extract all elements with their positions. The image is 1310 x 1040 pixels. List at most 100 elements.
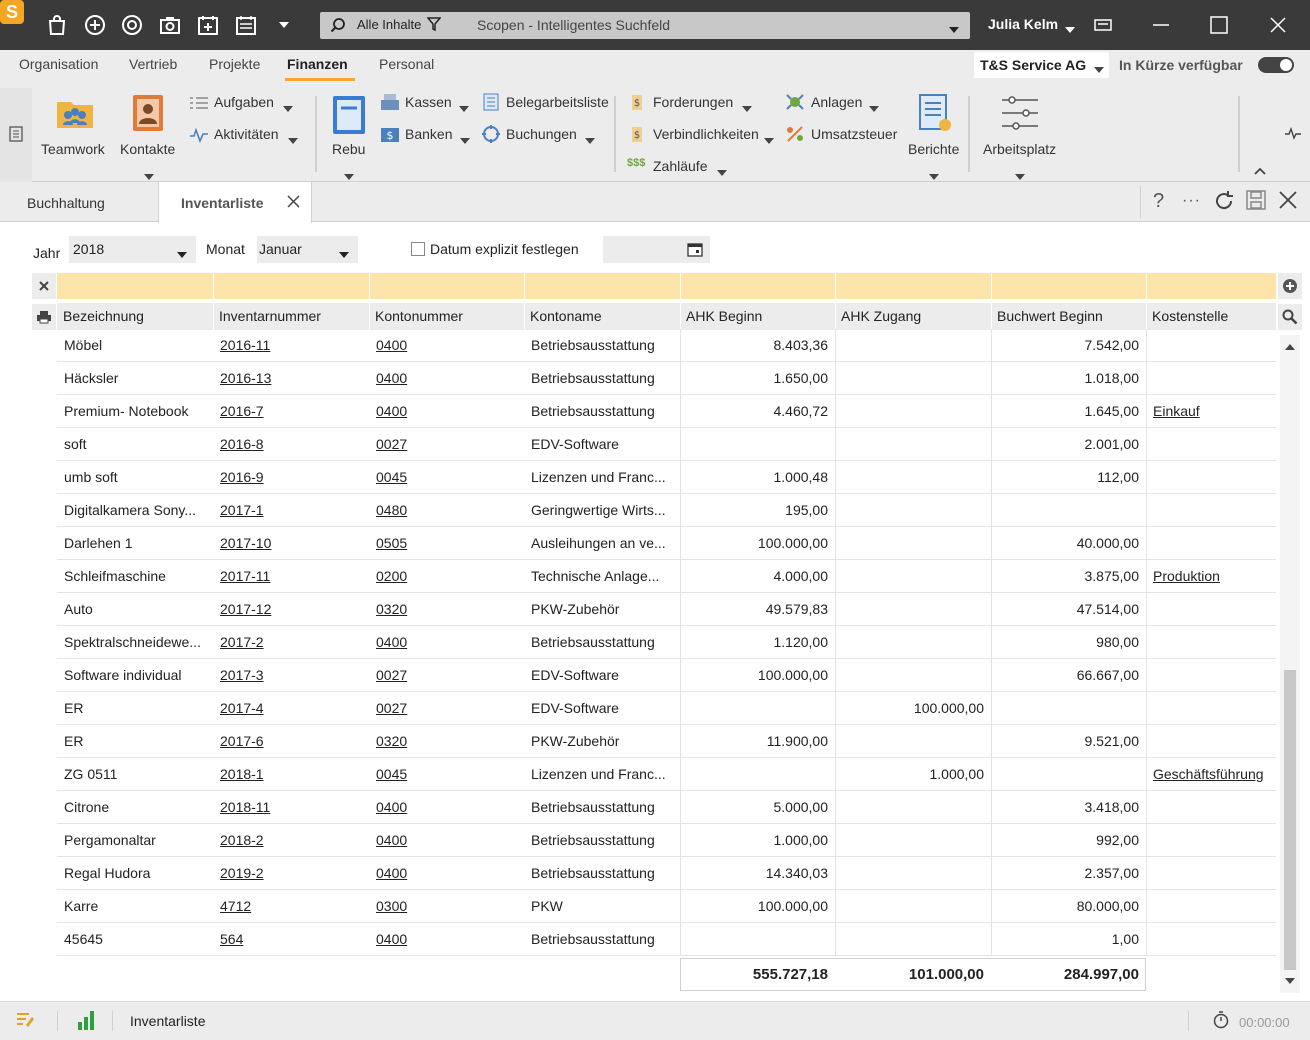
camera-icon[interactable] — [158, 13, 182, 37]
search-dropdown-icon[interactable] — [948, 21, 960, 37]
tasks-icon[interactable] — [189, 95, 209, 114]
cell-inventarnummer[interactable]: 2017-6 — [220, 725, 364, 758]
cell-inventarnummer[interactable]: 2019-2 — [220, 857, 364, 890]
activity-icon[interactable] — [189, 127, 209, 146]
close-tab-icon[interactable] — [287, 195, 300, 211]
zahllaeufe-dropdown-icon[interactable] — [717, 164, 727, 180]
close-window-button[interactable] — [1265, 12, 1291, 38]
menu-personal[interactable]: Personal — [379, 56, 434, 72]
cell-inventarnummer[interactable]: 2016-11 — [220, 329, 364, 362]
cell-inventarnummer[interactable]: 2017-10 — [220, 527, 364, 560]
filter-icon[interactable] — [426, 17, 442, 35]
bookings-icon[interactable] — [481, 125, 501, 146]
date-picker-field[interactable] — [603, 236, 710, 263]
jahr-select[interactable]: 2018 — [69, 236, 196, 263]
cell-kontonummer[interactable]: 0480 — [376, 494, 519, 527]
smart-search-field[interactable]: Alle Inhalte Scopen - Intelligentes Such… — [320, 12, 970, 39]
column-header-0[interactable]: Bezeichnung — [63, 308, 144, 324]
cell-kontonummer[interactable]: 0400 — [376, 329, 519, 362]
ribbon-belegarbeitsliste-label[interactable]: Belegarbeitsliste — [506, 94, 609, 110]
tab-buchhaltung[interactable]: Buchhaltung — [27, 195, 105, 211]
cell-inventarnummer[interactable]: 2017-2 — [220, 626, 364, 659]
pulse-icon[interactable] — [1284, 126, 1302, 143]
shopping-bag-icon[interactable] — [45, 13, 69, 37]
cell-inventarnummer[interactable]: 2016-9 — [220, 461, 364, 494]
cell-kontonummer[interactable]: 0027 — [376, 659, 519, 692]
vertical-scrollbar[interactable] — [1280, 335, 1300, 993]
ribbon-berichte-label[interactable]: Berichte — [908, 141, 959, 157]
menu-organisation[interactable]: Organisation — [19, 56, 98, 72]
cell-kontonummer[interactable]: 0400 — [376, 626, 519, 659]
payment-run-icon[interactable]: $$$ — [627, 157, 645, 169]
close-view-icon[interactable] — [1279, 191, 1297, 212]
teamwork-icon[interactable] — [55, 96, 95, 133]
calendar-picker-icon[interactable] — [687, 242, 703, 260]
ribbon-rebu-label[interactable]: Rebu — [332, 141, 365, 157]
rebu-icon[interactable] — [331, 94, 367, 139]
ribbon-verbindlichkeiten-label[interactable]: Verbindlichkeiten — [653, 126, 759, 142]
stopwatch-icon[interactable] — [1213, 1011, 1229, 1032]
cell-kostenstelle[interactable]: Einkauf — [1153, 395, 1271, 428]
cell-kontonummer[interactable]: 0320 — [376, 725, 519, 758]
column-header-4[interactable]: AHK Beginn — [686, 308, 762, 324]
tab-inventarliste[interactable]: Inventarliste — [158, 182, 312, 223]
ribbon-buchungen-label[interactable]: Buchungen — [506, 126, 577, 142]
user-dropdown-icon[interactable] — [1064, 21, 1076, 37]
ribbon-anlagen-label[interactable]: Anlagen — [811, 94, 862, 110]
cell-kontonummer[interactable]: 0200 — [376, 560, 519, 593]
column-header-3[interactable]: Kontoname — [530, 308, 602, 324]
cell-kontonummer[interactable]: 0400 — [376, 923, 519, 956]
scrollbar-thumb[interactable] — [1284, 670, 1296, 970]
cell-inventarnummer[interactable]: 2017-11 — [220, 560, 364, 593]
bank-icon[interactable]: $ — [380, 125, 400, 146]
cell-inventarnummer[interactable]: 2017-1 — [220, 494, 364, 527]
dropdown-arrow-icon[interactable] — [272, 13, 296, 37]
cell-inventarnummer[interactable]: 2017-4 — [220, 692, 364, 725]
ribbon-aufgaben-label[interactable]: Aufgaben — [214, 94, 274, 110]
ribbon-teamwork-label[interactable]: Teamwork — [41, 141, 105, 157]
cell-kostenstelle[interactable]: Geschäftsführung — [1153, 758, 1271, 791]
cell-kostenstelle[interactable]: Produktion — [1153, 560, 1271, 593]
kassen-dropdown-icon[interactable] — [459, 100, 469, 116]
cell-inventarnummer[interactable]: 2017-3 — [220, 659, 364, 692]
verbindlichkeiten-dropdown-icon[interactable] — [764, 132, 774, 148]
maximize-button[interactable] — [1206, 12, 1232, 38]
cell-kontonummer[interactable]: 0320 — [376, 593, 519, 626]
cell-kontonummer[interactable]: 0045 — [376, 461, 519, 494]
cell-kontonummer[interactable]: 0027 — [376, 428, 519, 461]
column-header-5[interactable]: AHK Zugang — [841, 308, 921, 324]
ribbon-arbeitsplatz-label[interactable]: Arbeitsplatz — [983, 141, 1056, 157]
workspace-sliders-icon[interactable] — [1000, 95, 1040, 134]
app-logo-icon[interactable]: S — [0, 0, 24, 24]
cash-register-icon[interactable] — [380, 93, 400, 114]
banken-dropdown-icon[interactable] — [460, 132, 470, 148]
ribbon-forderungen-label[interactable]: Forderungen — [653, 94, 733, 110]
cell-inventarnummer[interactable]: 2016-13 — [220, 362, 364, 395]
cell-kontonummer[interactable]: 0400 — [376, 791, 519, 824]
menu-vertrieb[interactable]: Vertrieb — [129, 56, 177, 72]
anlagen-dropdown-icon[interactable] — [869, 100, 879, 116]
cell-kontonummer[interactable]: 0400 — [376, 857, 519, 890]
save-icon[interactable] — [1246, 190, 1266, 213]
datum-checkbox[interactable] — [411, 242, 425, 256]
cell-inventarnummer[interactable]: 564 — [220, 923, 364, 956]
aufgaben-dropdown-icon[interactable] — [283, 100, 293, 116]
cell-kontonummer[interactable]: 0400 — [376, 824, 519, 857]
menu-projekte[interactable]: Projekte — [209, 56, 260, 72]
document-list-icon[interactable] — [483, 93, 499, 114]
contacts-icon[interactable] — [130, 93, 166, 136]
add-circle-icon[interactable] — [83, 13, 107, 37]
filter-row[interactable] — [57, 273, 1276, 299]
assets-icon[interactable] — [785, 93, 805, 114]
monat-select[interactable]: Januar — [257, 236, 358, 263]
cell-inventarnummer[interactable]: 2016-7 — [220, 395, 364, 428]
ribbon-zahllaeufe-label[interactable]: Zahläufe — [653, 158, 707, 174]
column-header-2[interactable]: Kontonummer — [375, 308, 463, 324]
reports-icon[interactable] — [917, 93, 953, 138]
print-button[interactable] — [32, 304, 56, 330]
forderungen-dropdown-icon[interactable] — [742, 100, 752, 116]
receivables-icon[interactable]: $ — [628, 93, 646, 114]
add-column-button[interactable] — [1278, 273, 1302, 299]
search-placeholder[interactable]: Scopen - Intelligentes Suchfeld — [477, 17, 670, 33]
notes-icon[interactable] — [16, 1011, 36, 1032]
